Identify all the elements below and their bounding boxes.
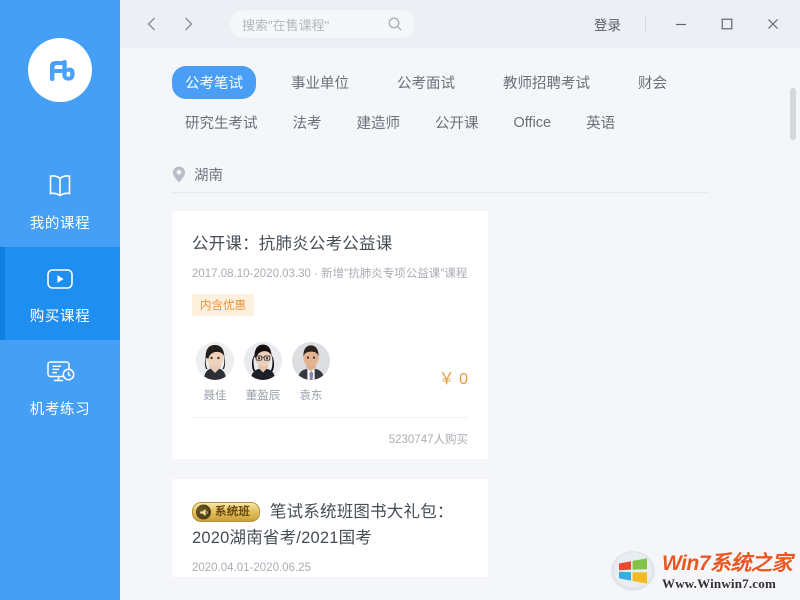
chevron-left-icon [147, 17, 155, 31]
course-list: 公开课：抗肺炎公考公益课 2017.08.10-2020.03.30 · 新增"… [172, 211, 800, 577]
teacher-name: 董盈辰 [245, 390, 281, 402]
minimize-button[interactable] [658, 0, 704, 48]
play-video-icon [44, 262, 76, 296]
titlebar-right: 登录 [584, 0, 800, 48]
teacher-avatar-female-1-icon [196, 342, 234, 380]
minimize-icon [676, 23, 686, 26]
teacher-avatar-female-2-icon [244, 342, 282, 380]
fenbi-logo-icon [50, 60, 75, 81]
book-icon [45, 169, 75, 203]
close-button[interactable] [750, 0, 796, 48]
sidebar-item-exam-practice[interactable]: 机考练习 [0, 340, 120, 433]
teacher-name: 聂佳 [203, 390, 227, 402]
search-placeholder: 搜索"在售课程" [242, 17, 330, 33]
course-card[interactable]: 公开课：抗肺炎公考公益课 2017.08.10-2020.03.30 · 新增"… [172, 211, 488, 459]
location-value: 湖南 [194, 168, 223, 184]
tab-jianzaoshi[interactable]: 建造师 [357, 106, 401, 139]
scrollbar-thumb[interactable] [790, 87, 796, 140]
tab-yanjiusheng[interactable]: 研究生考试 [185, 106, 258, 139]
tab-office[interactable]: Office [514, 109, 552, 137]
forward-button[interactable] [170, 6, 206, 42]
tab-shiye-danwei[interactable]: 事业单位 [278, 66, 362, 99]
tab-jiaoshi-zhaopin[interactable]: 教师招聘考试 [490, 66, 603, 99]
sidebar: 我的课程 购买课程 机考练习 [0, 0, 120, 600]
purchase-count: 5230747人购买 [388, 433, 468, 446]
search-icon[interactable] [387, 16, 403, 32]
course-price: ￥ 0 [438, 371, 468, 388]
location-pin-icon [172, 166, 186, 183]
teacher-row: 聂佳 董盈辰 袁东 ￥ 0 [192, 342, 468, 403]
close-icon [768, 19, 778, 29]
titlebar: 搜索"在售课程" 登录 [120, 0, 800, 48]
chevron-right-icon [185, 17, 193, 31]
monitor-clock-icon [44, 355, 76, 389]
teacher-item[interactable]: 袁东 [288, 342, 334, 403]
app-window: 我的课程 购买课程 机考练习 搜索"在售课程" 登录 公考笔试 事业单位 公考面… [0, 0, 800, 600]
content-area: 公考笔试 事业单位 公考面试 教师招聘考试 财会 研究生考试 法考 建造师 公开… [120, 48, 800, 600]
teacher-item[interactable]: 董盈辰 [240, 342, 286, 403]
teacher-item[interactable]: 聂佳 [192, 342, 238, 403]
maximize-icon [721, 18, 733, 30]
system-class-badge: 系统班 [192, 502, 261, 522]
course-card[interactable]: 系统班 笔试系统班图书大礼包：2020湖南省考/2021国考 2020.04.0… [172, 479, 488, 577]
tab-yingyu[interactable]: 英语 [586, 106, 615, 139]
teacher-list: 聂佳 董盈辰 袁东 [192, 342, 336, 403]
course-title: 系统班 笔试系统班图书大礼包：2020湖南省考/2021国考 [192, 499, 468, 551]
back-button[interactable] [134, 6, 170, 42]
tab-fakao[interactable]: 法考 [293, 106, 322, 139]
titlebar-divider [645, 15, 646, 33]
maximize-button[interactable] [704, 0, 750, 48]
category-tabs-row-1: 公考笔试 事业单位 公考面试 教师招聘考试 财会 [172, 66, 727, 99]
search-input[interactable]: 搜索"在售课程" [230, 10, 415, 38]
course-date: 2017.08.10-2020.03.30 · 新增"抗肺炎专项公益课"课程 [192, 268, 468, 280]
system-class-badge-label: 系统班 [215, 506, 251, 518]
sidebar-item-label: 机考练习 [29, 401, 91, 418]
course-title: 公开课：抗肺炎公考公益课 [192, 235, 393, 253]
app-logo [28, 38, 92, 102]
course-date: 2020.04.01-2020.06.25 [192, 562, 311, 574]
tab-gongkao-bishi[interactable]: 公考笔试 [172, 66, 256, 99]
sidebar-item-label: 我的课程 [29, 215, 91, 232]
sidebar-item-label: 购买课程 [29, 308, 91, 325]
avatar [196, 342, 234, 380]
sidebar-item-buy-courses[interactable]: 购买课程 [0, 247, 120, 340]
avatar [292, 342, 330, 380]
tab-gongkaike[interactable]: 公开课 [435, 106, 479, 139]
sidebar-item-my-courses[interactable]: 我的课程 [0, 154, 120, 247]
tab-caikuai[interactable]: 财会 [625, 66, 680, 99]
avatar [244, 342, 282, 380]
horn-icon [196, 504, 211, 520]
category-tabs-row-2: 研究生考试 法考 建造师 公开课 Office 英语 [172, 106, 727, 139]
course-card-footer: 5230747人购买 [192, 417, 468, 459]
category-tabs: 公考笔试 事业单位 公考面试 教师招聘考试 财会 研究生考试 法考 建造师 公开… [172, 48, 727, 139]
teacher-name: 袁东 [299, 390, 323, 402]
teacher-avatar-male-1-icon [292, 342, 330, 380]
login-button[interactable]: 登录 [584, 10, 631, 38]
tab-gongkao-mianshi[interactable]: 公考面试 [384, 66, 468, 99]
location-selector[interactable]: 湖南 [172, 157, 709, 193]
promo-tag: 内含优惠 [192, 294, 254, 316]
main-area: 搜索"在售课程" 登录 公考笔试 事业单位 公考面试 教师招聘考试 财会 研究生… [120, 0, 800, 600]
